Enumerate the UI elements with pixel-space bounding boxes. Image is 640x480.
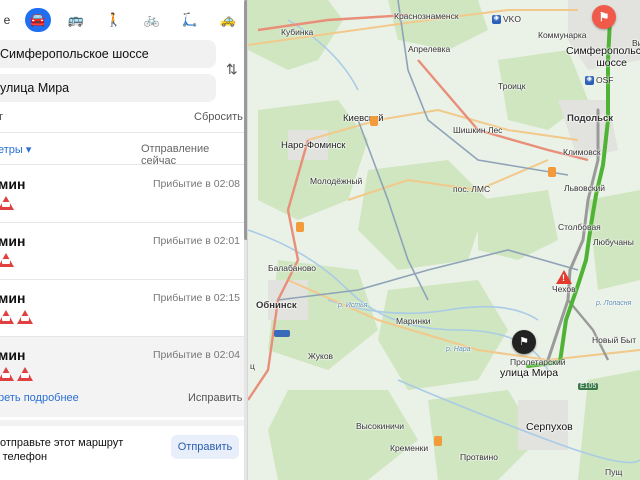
road-works-warning-icon [0,367,14,381]
map-label-serpukhov: Серпухов [526,421,573,433]
map-label-vysokinichi: Высокиничи [356,421,404,431]
map-poi-vko[interactable]: ✈ VKO [492,14,521,24]
fuel-station-icon[interactable] [296,222,304,232]
panel-scrollbar[interactable] [244,0,247,480]
map-label-marinki: Маринки [396,316,431,326]
map-label-kommunarka: Коммунарка [538,30,587,40]
road-warning-icon[interactable] [556,270,572,284]
route-arrival: Прибытие в 02:01 [152,235,240,247]
mode-walk-button[interactable]: 🚶 [101,8,127,32]
route-option-4[interactable]: мин Прибытие в 02:04 реть подробнее Испр… [0,337,247,417]
fuel-station-icon[interactable] [434,436,442,446]
map-label-troitsk: Троицк [498,81,526,91]
route-option-1[interactable]: мин Прибытие в 02:08 [0,166,247,222]
map-label-lyubuchany: Любучаны [593,237,634,247]
divider [0,164,247,165]
map-label-lvovsky: Львовский [564,183,606,193]
road-works-warning-icon [0,196,14,210]
route-duration: мин [0,176,26,192]
road-badge-m3: M-3 [274,330,291,337]
map-label-podolsk: Подольск [567,113,614,124]
map-label-obninsk: Обнинск [256,300,297,311]
route-duration: мин [0,347,26,363]
map-label-molodezhny: Молодёжный [310,176,363,186]
map-label-river-nara: р. Нара [446,346,471,353]
map-label-balabanovo: Балабаново [268,263,316,273]
route-panel: е 🚘 🚌 🚶 🚲 🛴 🚕 Симферопольское шоссе улиц… [0,0,248,480]
route-option-3[interactable]: мин Прибытие в 02:15 [0,280,247,336]
route-from-input[interactable]: Симферопольское шоссе [0,40,216,68]
route-duration: мин [0,233,26,249]
scrollbar-thumb[interactable] [244,0,247,240]
fuel-station-icon[interactable] [548,167,556,177]
map-label-kubinka: Кубинка [281,27,314,37]
route-option-2[interactable]: мин Прибытие в 02:01 [0,223,247,279]
map-label-kremenki: Кременки [390,443,429,453]
route-start-marker-icon[interactable]: ⚑ [512,330,536,354]
mode-taxi-button[interactable]: 🚕 [215,8,241,32]
mode-scooter-button[interactable]: 🛴 [177,8,203,32]
mode-bus-button[interactable]: 🚌 [63,8,89,32]
divider [0,132,247,133]
map-label-aprelevka: Апрелевка [408,44,451,54]
road-works-warning-icon [0,253,14,267]
route-end-marker-icon[interactable]: ⚑ [592,5,616,29]
mode-car-button[interactable]: 🚘 [25,8,51,32]
map-canvas[interactable] [248,0,640,480]
map-label-river-lopasnya: р. Лопасня [596,300,632,307]
end-point-label: Симферопольскоешоссе [566,45,640,69]
route-arrival: Прибытие в 02:08 [152,178,240,190]
start-point-label: улица Мира [500,367,559,379]
chevron-down-icon: ▾ [25,144,32,156]
reset-button[interactable]: Сбросить [194,111,243,123]
map-label-river-istya: р. Истья [338,302,368,309]
map-label-novy-byt: Новый Быт [592,335,637,345]
road-works-warning-icon [17,367,33,381]
bus-icon: 🚌 [67,12,85,27]
airport-icon: ✈ [492,14,501,24]
map-poi-osf[interactable]: ✈ OSF [585,75,613,85]
route-arrival: Прибытие в 02:04 [152,349,240,361]
route-arrival: Прибытие в 02:15 [152,292,240,304]
route-fix-link[interactable]: Исправить [188,392,242,404]
map-view[interactable]: Краснознаменск ✈ VKO Кубинка Апрелевка Ко… [248,0,640,480]
fuel-station-icon[interactable] [370,116,378,126]
car-icon: 🚘 [29,12,47,27]
transport-modes: е 🚘 🚌 🚶 🚲 🛴 🚕 [0,0,247,40]
mode-cut-label: е [3,13,11,27]
map-label-proletarsky: Пролетарский [510,357,566,367]
params-toggle[interactable]: етры ▾ [0,143,31,156]
map-label-pushch: Пущ [605,467,623,477]
taxi-icon: 🚕 [219,12,237,27]
send-button[interactable]: Отправить [171,435,239,459]
swap-points-icon[interactable]: ⇅ [226,61,238,78]
scooter-icon: 🛴 [181,12,199,27]
map-label-tsy: ц [250,361,255,371]
route-duration: мин [0,290,26,306]
route-to-input[interactable]: улица Мира [0,74,216,102]
road-works-warning-icon [17,310,33,324]
mode-bike-button[interactable]: 🚲 [139,8,165,32]
airport-icon: ✈ [585,75,594,85]
route-details-link[interactable]: реть подробнее [0,392,79,404]
add-point-link[interactable]: т [0,111,3,123]
map-label-zhukov: Жуков [308,351,334,361]
map-label-lms: пос. ЛМС [453,184,491,194]
map-label-shishkin: Шишкин Лес [453,125,503,135]
bike-icon: 🚲 [143,12,161,27]
road-works-warning-icon [0,310,14,324]
map-label-protvino: Протвино [460,452,498,462]
send-to-phone-text: отправьте этот маршрут ◂ телефон [0,437,124,463]
map-label-krasnoznamensk: Краснознаменск [394,11,459,21]
send-to-phone-card: отправьте этот маршрут ◂ телефон Отправи… [0,420,247,476]
map-label-naro-fominsk: Наро-Фоминск [281,140,346,151]
map-label-stolbovaya: Столбовая [558,222,601,232]
map-label-klimovsk: Климовск [563,147,601,157]
road-badge-e105: E105 [578,383,599,390]
map-label-chekhov: Чехов [552,284,576,294]
walk-icon: 🚶 [105,12,123,27]
